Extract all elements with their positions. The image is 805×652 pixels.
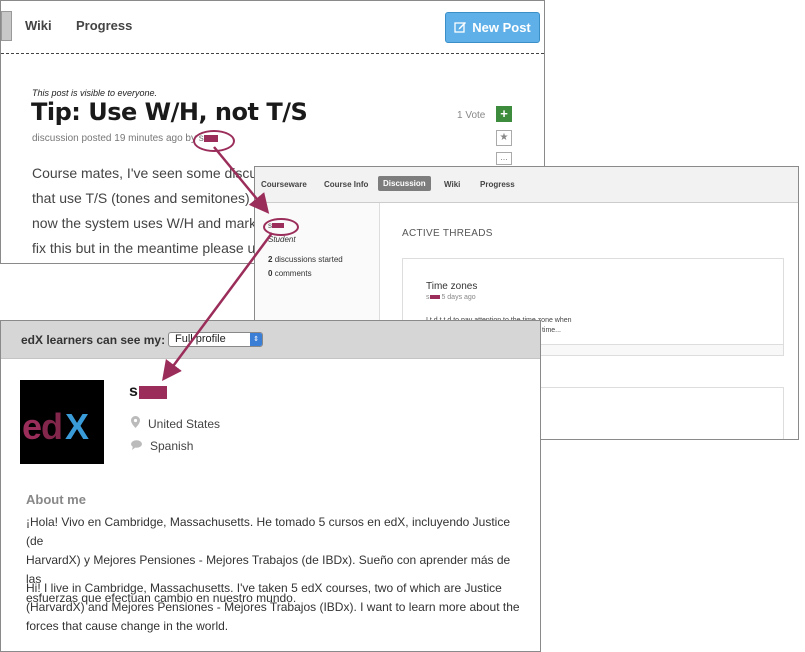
pencil-square-icon (454, 20, 467, 36)
thread-meta: s 5 days ago (426, 294, 476, 301)
thread-title[interactable]: Time zones (426, 281, 477, 292)
thread-time: 5 days ago (441, 294, 476, 301)
vote-count: 1 Vote (457, 110, 486, 121)
edx-logo: e d X (20, 380, 104, 464)
discussions-stat: 2 discussions started (268, 255, 343, 264)
about-english: Hi! I live in Cambridge, Massachusetts. … (26, 579, 526, 636)
course-nav-bar: Wiki Progress New Post (1, 1, 544, 54)
about-heading: About me (26, 492, 86, 507)
discussions-count: 2 (268, 255, 273, 264)
about-line: ¡Hola! Vivo en Cambridge, Massachusetts.… (26, 515, 511, 548)
country-row: United States (131, 416, 220, 431)
comments-count: 0 (268, 269, 273, 278)
redacted-username (139, 386, 167, 399)
post-meta-text: discussion posted 19 minutes ago by s (32, 133, 204, 144)
plus-icon[interactable]: + (496, 106, 512, 122)
new-post-button[interactable]: New Post (445, 12, 540, 43)
learner-profile-panel: edX learners can see my: Full profile ⇕ … (0, 320, 541, 652)
visibility-bar: edX learners can see my: Full profile ⇕ (1, 321, 540, 359)
logo-x: X (65, 406, 89, 447)
star-icon[interactable]: ★ (496, 130, 512, 146)
new-post-label: New Post (472, 20, 531, 35)
logo-d: d (41, 406, 63, 447)
username-highlight-circle (193, 130, 235, 152)
visibility-label: edX learners can see my: (21, 333, 166, 347)
comments-label: comments (274, 269, 312, 278)
about-line: Hi! I live in Cambridge, Massachusetts. … (26, 581, 502, 595)
speech-bubble-icon (131, 439, 142, 453)
visibility-select[interactable]: Full profile ⇕ (168, 332, 263, 347)
post-title: Tip: Use W/H, not T/S (31, 98, 308, 126)
redacted-username (429, 295, 440, 300)
select-arrows-icon: ⇕ (250, 333, 262, 346)
tab-course-info[interactable]: Course Info (324, 180, 368, 189)
visibility-select-value: Full profile (175, 333, 226, 345)
profile-name-initial: s (129, 383, 138, 400)
username-highlight-circle (263, 218, 299, 236)
visibility-note: This post is visible to everyone. (32, 88, 158, 98)
comments-stat: 0 comments (268, 269, 312, 278)
tab-courseware[interactable]: Courseware (261, 180, 307, 189)
map-marker-icon (131, 416, 140, 431)
active-threads-heading: ACTIVE THREADS (402, 228, 493, 239)
about-line: (HarvardX) and Mejores Pensiones - Mejor… (26, 600, 520, 614)
tab-progress[interactable]: Progress (480, 180, 515, 189)
language-row: Spanish (131, 439, 193, 453)
user-role: Student (268, 235, 296, 244)
logo-e: e (22, 406, 42, 447)
language-value: Spanish (150, 439, 194, 453)
tab-discussion[interactable]: Discussion (378, 176, 431, 191)
tab-wiki[interactable]: Wiki (25, 18, 52, 33)
tab-edge (1, 11, 12, 41)
post-meta: discussion posted 19 minutes ago by s (32, 133, 218, 144)
discussions-label: discussions started (274, 255, 343, 264)
course-nav-bar: Courseware Course Info Discussion Wiki P… (255, 167, 798, 203)
tab-wiki[interactable]: Wiki (444, 180, 460, 189)
tab-progress[interactable]: Progress (76, 18, 132, 33)
about-line: forces that cause change in the world. (26, 619, 229, 633)
country-value: United States (148, 416, 221, 431)
